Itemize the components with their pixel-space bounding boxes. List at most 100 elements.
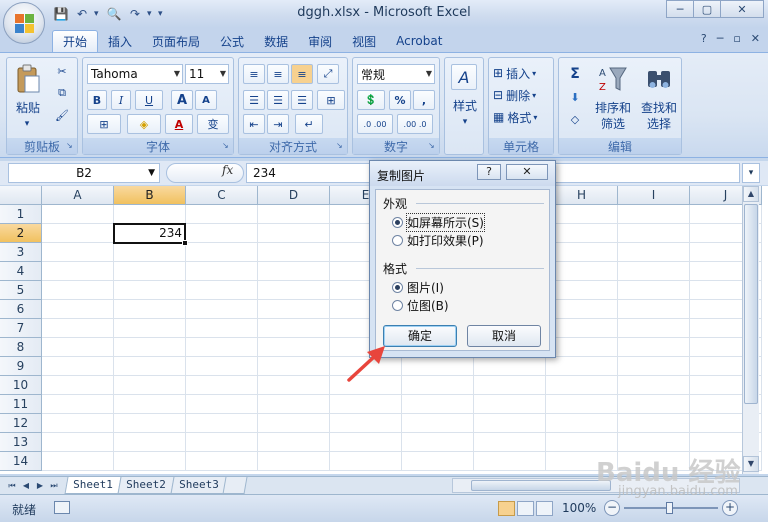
cell-h3[interactable] [546,243,618,262]
cell-b4[interactable] [114,262,186,281]
clipboard-launcher-icon[interactable]: ↘ [66,142,75,151]
macro-record-icon[interactable] [54,501,70,514]
fill-handle[interactable] [182,240,188,246]
align-bottom-icon[interactable]: ≡ [291,64,313,84]
paste-icon[interactable] [13,62,43,96]
zoom-out-icon[interactable]: − [604,500,620,516]
cell-i9[interactable] [618,357,690,376]
zoom-slider-handle[interactable] [666,502,673,514]
cell-d6[interactable] [258,300,330,319]
cancel-button[interactable]: 取消 [467,325,541,347]
close-button[interactable]: ✕ [720,0,764,18]
number-launcher-icon[interactable]: ↘ [428,142,437,151]
align-center-icon[interactable]: ☰ [267,90,289,110]
cell-h8[interactable] [546,338,618,357]
cell-b9[interactable] [114,357,186,376]
cell-c13[interactable] [186,433,258,452]
cell-d5[interactable] [258,281,330,300]
tab-review[interactable]: 审阅 [298,30,342,52]
cell-g10[interactable] [474,376,546,395]
cell-i3[interactable] [618,243,690,262]
row-header-5[interactable]: 5 [0,281,42,300]
cell-f12[interactable] [402,414,474,433]
cell-a5[interactable] [42,281,114,300]
cell-b7[interactable] [114,319,186,338]
page-break-view-icon[interactable] [536,501,553,516]
comma-button[interactable]: , [413,90,435,110]
cell-f13[interactable] [402,433,474,452]
insert-cells-button[interactable]: ⊞ 插入 ▾ [493,64,551,82]
find-select-button[interactable]: 查找和 选择 [635,100,683,132]
cell-h7[interactable] [546,319,618,338]
cell-i7[interactable] [618,319,690,338]
cell-d13[interactable] [258,433,330,452]
cell-d10[interactable] [258,376,330,395]
appearance-as-shown-when-printed[interactable]: 如打印效果(P) [392,232,484,248]
cell-c5[interactable] [186,281,258,300]
format-picture[interactable]: 图片(I) [392,279,444,295]
row-header-7[interactable]: 7 [0,319,42,338]
minimize-button[interactable]: ─ [666,0,694,18]
cell-d9[interactable] [258,357,330,376]
cell-h12[interactable] [546,414,618,433]
dialog-close-button[interactable]: ✕ [506,164,548,180]
insert-function-button[interactable]: fx [222,163,233,177]
cell-d2[interactable] [258,224,330,243]
cell-a9[interactable] [42,357,114,376]
expand-formula-bar-icon[interactable]: ▾ [742,163,760,183]
dialog-title-bar[interactable]: 复制图片 ? ✕ [370,161,555,186]
ok-button[interactable]: 确定 [383,325,457,347]
column-header-h[interactable]: H [546,186,618,205]
cell-b14[interactable] [114,452,186,471]
wrap-text-icon[interactable]: ↵ [295,114,323,134]
cell-c8[interactable] [186,338,258,357]
cell-a11[interactable] [42,395,114,414]
find-select-icon[interactable] [643,62,675,96]
sheet-tab-sheet2[interactable]: Sheet2 [117,477,174,494]
cell-c3[interactable] [186,243,258,262]
first-sheet-icon[interactable]: ⏮ [6,479,18,492]
tab-home[interactable]: 开始 [52,30,99,52]
cell-d4[interactable] [258,262,330,281]
cell-c4[interactable] [186,262,258,281]
cell-d12[interactable] [258,414,330,433]
row-header-13[interactable]: 13 [0,433,42,452]
cell-i14[interactable] [618,452,690,471]
row-header-14[interactable]: 14 [0,452,42,471]
cell-b1[interactable] [114,205,186,224]
cell-a1[interactable] [42,205,114,224]
fill-icon[interactable]: ⬇ [563,88,587,106]
column-header-a[interactable]: A [42,186,114,205]
cell-i13[interactable] [618,433,690,452]
cell-d3[interactable] [258,243,330,262]
cell-f11[interactable] [402,395,474,414]
cell-g13[interactable] [474,433,546,452]
cell-d7[interactable] [258,319,330,338]
cell-f10[interactable] [402,376,474,395]
row-header-9[interactable]: 9 [0,357,42,376]
align-left-icon[interactable]: ☰ [243,90,265,110]
paste-button[interactable]: 粘贴 [11,100,45,116]
cell-d14[interactable] [258,452,330,471]
cell-a8[interactable] [42,338,114,357]
cell-i1[interactable] [618,205,690,224]
cell-a3[interactable] [42,243,114,262]
row-header-3[interactable]: 3 [0,243,42,262]
cell-b6[interactable] [114,300,186,319]
cell-h1[interactable] [546,205,618,224]
cell-g14[interactable] [474,452,546,471]
horizontal-scrollbar[interactable] [452,478,740,493]
font-color-button[interactable]: A [165,114,193,134]
name-box[interactable]: B2 ▼ [8,163,160,183]
row-header-4[interactable]: 4 [0,262,42,281]
workbook-close-icon[interactable]: ✕ [751,32,760,45]
cell-h4[interactable] [546,262,618,281]
cell-c9[interactable] [186,357,258,376]
cell-e12[interactable] [330,414,402,433]
phonetic-button[interactable]: 变 [197,114,229,134]
decrease-decimal-button[interactable]: .00 .0 [397,114,433,134]
cell-i8[interactable] [618,338,690,357]
cell-a13[interactable] [42,433,114,452]
tab-data[interactable]: 数据 [254,30,298,52]
font-size-combo[interactable]: 11 ▼ [185,64,229,84]
